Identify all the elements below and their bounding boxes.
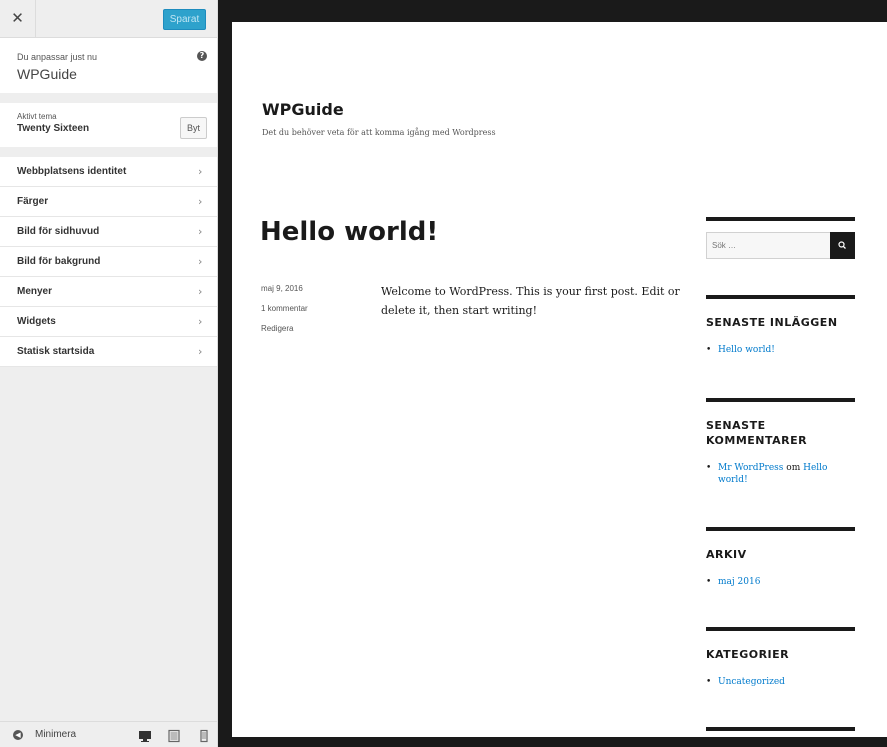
- customizer-sidebar: ✕ Sparat Du anpassar just nu WPGuide ? A…: [0, 0, 218, 747]
- customizer-header: ✕ Sparat: [0, 0, 217, 38]
- menu-item-label: Bild för sidhuvud: [17, 226, 100, 237]
- widget-divider: [706, 295, 855, 299]
- widget-divider: [706, 727, 855, 731]
- menu-item-label: Widgets: [17, 316, 56, 327]
- mobile-icon: [200, 729, 208, 743]
- menu-item-widgets[interactable]: Widgets ›: [0, 307, 217, 337]
- widget-title: KATEGORIER: [706, 648, 790, 661]
- post-title[interactable]: Hello world!: [260, 217, 438, 247]
- chevron-right-icon: ›: [198, 315, 203, 328]
- post-comments-link[interactable]: 1 kommentar: [261, 304, 308, 313]
- menu-item-label: Färger: [17, 196, 49, 207]
- menu-item-label: Statisk startsida: [17, 346, 95, 357]
- desktop-icon: [139, 731, 151, 742]
- mobile-preview-button[interactable]: [197, 728, 211, 743]
- list-item: • maj 2016: [706, 577, 761, 587]
- customizer-info-panel: Du anpassar just nu WPGuide ?: [0, 38, 217, 93]
- chevron-right-icon: ›: [198, 285, 203, 298]
- close-customizer-button[interactable]: ✕: [0, 0, 36, 37]
- chevron-right-icon: ›: [198, 195, 203, 208]
- post-meta: maj 9, 2016 1 kommentar Redigera: [261, 284, 308, 344]
- menu-item-label: Bild för bakgrund: [17, 256, 101, 267]
- chevron-right-icon: ›: [198, 225, 203, 238]
- list-item: • Hello world!: [706, 345, 775, 355]
- widget-divider: [706, 527, 855, 531]
- post-date-link[interactable]: maj 9, 2016: [261, 284, 303, 293]
- menu-item-site-identity[interactable]: Webbplatsens identitet ›: [0, 157, 217, 187]
- widget-title: SENASTE KOMMENTARER: [706, 419, 808, 447]
- customizer-footer: ◀ Minimera: [0, 721, 217, 747]
- recent-posts-widget: SENASTE INLÄGGEN • Hello world!: [706, 295, 855, 356]
- widget-divider: [706, 217, 855, 221]
- info-label: Du anpassar just nu: [17, 52, 98, 62]
- search-box: [706, 232, 830, 259]
- search-icon: [838, 241, 846, 249]
- widget-title: SENASTE INLÄGGEN: [706, 316, 838, 329]
- menu-item-header-image[interactable]: Bild för sidhuvud ›: [0, 217, 217, 247]
- recent-post-link[interactable]: Hello world!: [718, 345, 775, 355]
- comment-connector: om: [786, 463, 801, 473]
- change-theme-button[interactable]: Byt: [180, 117, 207, 139]
- widget-divider: [706, 398, 855, 402]
- widget-divider: [706, 627, 855, 631]
- chevron-right-icon: ›: [198, 165, 203, 178]
- menu-item-background-image[interactable]: Bild för bakgrund ›: [0, 247, 217, 277]
- archives-widget: ARKIV • maj 2016: [706, 527, 855, 588]
- categories-widget: KATEGORIER • Uncategorized: [706, 627, 855, 688]
- desktop-preview-button[interactable]: [138, 728, 152, 742]
- site-title[interactable]: WPGuide: [262, 100, 344, 119]
- search-widget: [706, 217, 855, 259]
- post-content: Welcome to WordPress. This is your first…: [381, 285, 680, 317]
- site-description: Det du behöver veta för att komma igång …: [262, 128, 496, 137]
- widget-title: ARKIV: [706, 548, 747, 561]
- search-input[interactable]: [707, 233, 829, 258]
- collapse-label: Minimera: [35, 729, 77, 740]
- menu-item-label: Webbplatsens identitet: [17, 166, 127, 177]
- info-site-title: WPGuide: [17, 66, 77, 82]
- comment-author-link[interactable]: Mr WordPress: [718, 463, 783, 473]
- list-item: • Uncategorized: [706, 677, 785, 687]
- customizer-menu: Webbplatsens identitet › Färger › Bild f…: [0, 157, 217, 367]
- active-theme-panel: Aktivt tema Twenty Sixteen Byt: [0, 103, 217, 147]
- active-theme-label: Aktivt tema: [17, 112, 57, 121]
- tablet-icon: [168, 729, 180, 743]
- search-button[interactable]: [830, 232, 855, 259]
- help-icon[interactable]: ?: [197, 51, 207, 61]
- tablet-preview-button[interactable]: [167, 728, 181, 743]
- collapse-icon: ◀: [13, 730, 23, 740]
- site-preview: WPGuide Det du behöver veta för att komm…: [232, 22, 887, 737]
- menu-item-colors[interactable]: Färger ›: [0, 187, 217, 217]
- active-theme-name: Twenty Sixteen: [17, 123, 90, 134]
- widget-divider-bottom: [706, 727, 855, 731]
- recent-comments-widget: SENASTE KOMMENTARER • Mr WordPress om Hel…: [706, 398, 855, 486]
- menu-item-menus[interactable]: Menyer ›: [0, 277, 217, 307]
- post-edit-link[interactable]: Redigera: [261, 324, 293, 333]
- chevron-right-icon: ›: [198, 345, 203, 358]
- save-button[interactable]: Sparat: [163, 9, 206, 30]
- menu-item-static-front-page[interactable]: Statisk startsida ›: [0, 337, 217, 367]
- menu-item-label: Menyer: [17, 286, 53, 297]
- list-item: • Mr WordPress om Hello world!: [706, 463, 828, 485]
- chevron-right-icon: ›: [198, 255, 203, 268]
- archive-link[interactable]: maj 2016: [718, 577, 760, 587]
- category-link[interactable]: Uncategorized: [718, 677, 785, 687]
